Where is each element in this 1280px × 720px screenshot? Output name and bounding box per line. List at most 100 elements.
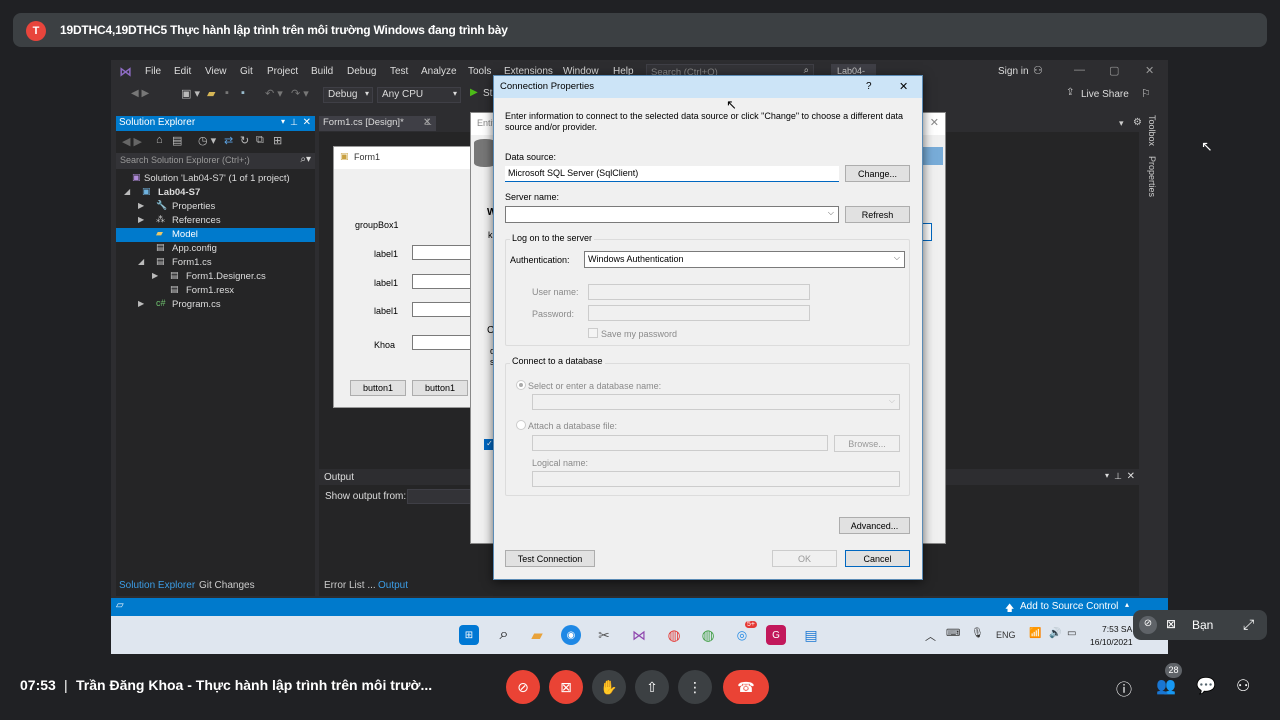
menu-analyze[interactable]: Analyze: [421, 66, 457, 77]
tree-item-references[interactable]: ▶ ⁂ References: [116, 214, 315, 228]
raise-hand-button[interactable]: ✋: [592, 670, 626, 704]
gear-icon[interactable]: ⚙: [1133, 117, 1142, 128]
chevron-down-icon[interactable]: ▾: [1119, 118, 1124, 129]
database-file-field[interactable]: [532, 435, 828, 451]
tools-icon[interactable]: ✂: [594, 625, 614, 645]
pdf-app-icon[interactable]: G: [766, 625, 786, 645]
form1-preview[interactable]: ▣ Form1 groupBox1 label1 label1 label1 K…: [333, 146, 482, 408]
add-to-source-control-button[interactable]: Add to Source Control: [1020, 601, 1118, 612]
tree-item-program[interactable]: ▶ c# Program.cs: [116, 298, 315, 312]
tree-item-model[interactable]: ▰ Model: [116, 228, 315, 242]
save-icon[interactable]: ▪: [225, 87, 229, 99]
undo-icon[interactable]: ↶ ▾: [265, 87, 283, 100]
more-options-button[interactable]: ⋮: [678, 670, 712, 704]
leave-call-button[interactable]: ☎: [723, 670, 769, 704]
database-name-combobox[interactable]: ⌵: [532, 394, 900, 410]
ok-button[interactable]: OK: [772, 550, 837, 567]
chrome-profile-icon[interactable]: ◍: [698, 625, 718, 645]
tab-output[interactable]: Output: [378, 580, 408, 591]
tab-form1-design[interactable]: Form1.cs [Design]* ⊥: [319, 116, 436, 131]
close-icon[interactable]: ✕: [930, 116, 939, 129]
tab-toolbox[interactable]: Toolbox: [1147, 115, 1157, 146]
pending-changes-icon[interactable]: ◷ ▾: [198, 134, 216, 147]
windows-start-icon[interactable]: ⊞: [459, 625, 479, 645]
pin-icon[interactable]: ⊥: [290, 117, 298, 128]
close-icon[interactable]: ✕: [1127, 471, 1135, 482]
menu-view[interactable]: View: [205, 66, 227, 77]
start-button-label[interactable]: St: [483, 88, 492, 99]
zalo-icon[interactable]: ◎: [732, 625, 752, 645]
close-icon[interactable]: ✕: [303, 117, 311, 128]
sync-icon[interactable]: ⇄: [224, 134, 233, 147]
data-source-field[interactable]: Microsoft SQL Server (SqlClient): [505, 166, 839, 182]
save-all-icon[interactable]: ▪: [241, 87, 245, 99]
menu-debug[interactable]: Debug: [347, 66, 376, 77]
app-circle-icon[interactable]: ◉: [561, 625, 581, 645]
back-icon[interactable]: ◀ ▶: [122, 135, 142, 148]
cancel-button[interactable]: Cancel: [845, 550, 910, 567]
button1-a[interactable]: button1: [350, 380, 406, 396]
configuration-dropdown[interactable]: Debug ▾: [323, 87, 373, 103]
tab-error-list[interactable]: Error List ...: [324, 580, 376, 591]
logical-name-field[interactable]: [532, 471, 900, 487]
info-icon[interactable]: ⓘ: [1116, 676, 1132, 700]
show-all-files-icon[interactable]: ⊞: [273, 134, 282, 147]
file-explorer-icon[interactable]: ▰: [527, 625, 547, 645]
authentication-dropdown[interactable]: Windows Authentication ⌵: [584, 251, 905, 268]
help-button[interactable]: ?: [866, 81, 872, 92]
tree-item-form1-designer[interactable]: ▶ ▤ Form1.Designer.cs: [116, 270, 315, 284]
self-video-tile[interactable]: ⊘ ⊠ Bạn ⤢: [1133, 610, 1267, 640]
menu-project[interactable]: Project: [267, 66, 298, 77]
home-icon[interactable]: ⌂: [156, 134, 163, 146]
output-source-dropdown[interactable]: [407, 489, 471, 504]
input-language[interactable]: ENG: [996, 630, 1016, 640]
camera-toggle-button[interactable]: ⊠: [549, 670, 583, 704]
open-folder-icon[interactable]: ▰: [207, 87, 215, 100]
server-name-combobox[interactable]: ⌵: [505, 206, 839, 223]
redo-icon[interactable]: ↷ ▾: [291, 87, 309, 100]
new-project-icon[interactable]: ▣ ▾: [181, 87, 200, 100]
pin-icon[interactable]: ⊥: [1114, 471, 1122, 482]
save-password-checkbox[interactable]: [588, 328, 598, 338]
feedback-icon[interactable]: ⚐: [1141, 87, 1151, 100]
expand-icon[interactable]: ⤢: [1243, 616, 1254, 633]
collapse-all-icon[interactable]: ⧉: [256, 134, 264, 147]
visual-studio-icon[interactable]: ⋈: [629, 625, 649, 645]
menu-tools[interactable]: Tools: [468, 66, 491, 77]
close-dialog-button[interactable]: ✕: [899, 80, 908, 93]
refresh-button[interactable]: Refresh: [845, 206, 910, 223]
search-icon[interactable]: ⌕: [494, 625, 514, 645]
button1-b[interactable]: button1: [412, 380, 468, 396]
tree-item-project[interactable]: ◢ ▣ Lab04-S7: [116, 186, 315, 200]
tree-item-form1-resx[interactable]: ▤ Form1.resx: [116, 284, 315, 298]
solution-explorer-search[interactable]: Search Solution Explorer (Ctrl+;) ⌕▾: [116, 153, 315, 169]
tab-git-changes[interactable]: Git Changes: [199, 580, 255, 591]
sign-in-link[interactable]: Sign in: [998, 66, 1029, 77]
chat-icon[interactable]: 💬: [1196, 676, 1216, 696]
platform-dropdown[interactable]: Any CPU ▾: [377, 87, 461, 103]
activities-icon[interactable]: ⚇: [1236, 676, 1250, 696]
advanced-button[interactable]: Advanced...: [839, 517, 910, 534]
live-share-button[interactable]: Live Share: [1081, 89, 1129, 100]
change-button[interactable]: Change...: [845, 165, 910, 182]
menu-git[interactable]: Git: [240, 66, 253, 77]
password-field[interactable]: [588, 305, 810, 321]
mic-toggle-button[interactable]: ⊘: [506, 670, 540, 704]
username-field[interactable]: [588, 284, 810, 300]
tree-item-app-config[interactable]: ▤ App.config: [116, 242, 315, 256]
menu-edit[interactable]: Edit: [174, 66, 191, 77]
close-window-icon[interactable]: ✕: [1145, 64, 1154, 77]
present-button[interactable]: ⇧: [635, 670, 669, 704]
tab-solution-explorer[interactable]: Solution Explorer: [119, 580, 195, 591]
chevron-down-icon[interactable]: ▾: [281, 117, 285, 126]
tab-properties[interactable]: Properties: [1147, 156, 1157, 197]
people-icon[interactable]: 👥: [1156, 676, 1176, 696]
maximize-icon[interactable]: ▢: [1109, 64, 1119, 77]
attach-database-radio[interactable]: [516, 420, 526, 430]
chevron-down-icon[interactable]: ▾: [1105, 471, 1109, 480]
tree-item-form1[interactable]: ◢ ▤ Form1.cs: [116, 256, 315, 270]
start-icon[interactable]: ▶: [470, 87, 478, 98]
back-icon[interactable]: ◀ ▶: [131, 88, 149, 99]
close-tab-icon[interactable]: ✕: [423, 117, 431, 128]
chevron-up-icon[interactable]: ︿: [925, 628, 936, 644]
